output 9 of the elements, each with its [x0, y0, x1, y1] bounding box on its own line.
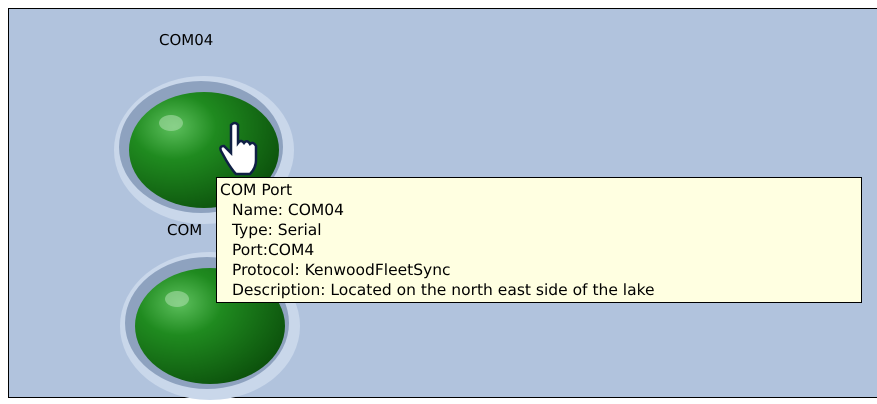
tooltip-line: Type: Serial: [231, 220, 323, 240]
tooltip-title: COM Port: [220, 180, 294, 200]
tooltip-line: Port:COM4: [231, 240, 316, 260]
tooltip-line: Name: COM04: [231, 200, 345, 220]
node-label: COM04: [159, 33, 214, 48]
node-label: COM: [167, 223, 202, 238]
hand-cursor-icon: [219, 121, 259, 177]
tooltip-line: Description: Located on the north east side of the lake: [231, 280, 656, 300]
tooltip-line: Protocol: KenwoodFleetSync: [231, 260, 452, 280]
